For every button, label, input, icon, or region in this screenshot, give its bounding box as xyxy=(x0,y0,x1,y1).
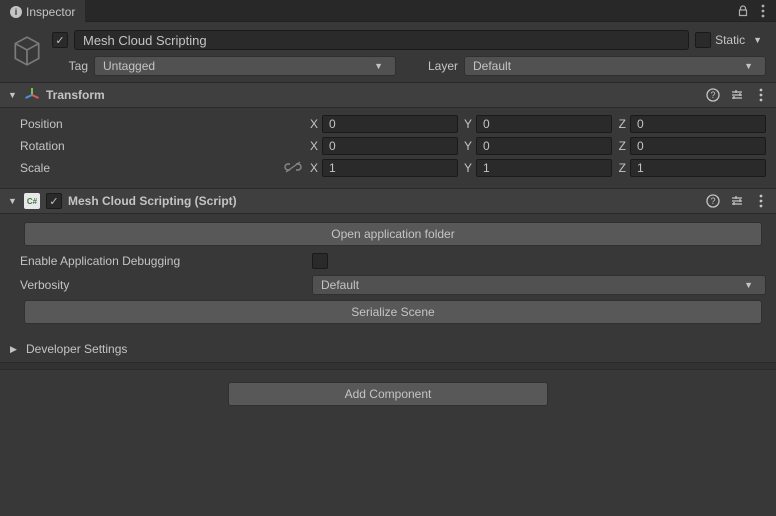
developer-foldout-icon[interactable]: ▶ xyxy=(10,344,20,355)
add-component-button[interactable]: Add Component xyxy=(228,382,548,406)
svg-text:?: ? xyxy=(710,90,715,100)
script-enabled-checkbox[interactable] xyxy=(46,193,62,209)
static-label: Static xyxy=(715,33,745,47)
kebab-icon[interactable] xyxy=(754,194,768,208)
info-icon: i xyxy=(10,6,22,18)
script-header[interactable]: ▼ C# Mesh Cloud Scripting (Script) ? xyxy=(0,188,776,214)
csharp-script-icon: C# xyxy=(24,193,40,209)
position-label: Position xyxy=(20,117,284,131)
gameobject-enabled-checkbox[interactable] xyxy=(52,32,68,48)
rotation-y-input[interactable]: 0 xyxy=(476,137,612,155)
script-title: Mesh Cloud Scripting (Script) xyxy=(68,194,700,208)
position-z-input[interactable]: 0 xyxy=(630,115,766,133)
transform-foldout-icon[interactable]: ▼ xyxy=(8,90,18,100)
lock-icon[interactable] xyxy=(736,4,750,18)
presets-icon[interactable] xyxy=(730,194,744,208)
kebab-icon[interactable] xyxy=(754,88,768,102)
transform-icon xyxy=(24,87,40,103)
verbosity-label: Verbosity xyxy=(20,278,312,292)
rotation-label: Rotation xyxy=(20,139,284,153)
scale-z-input[interactable]: 1 xyxy=(630,159,766,177)
transform-header[interactable]: ▼ Transform ? xyxy=(0,82,776,108)
verbosity-dropdown[interactable]: Default▼ xyxy=(312,275,766,295)
tab-bar-spacer xyxy=(85,0,776,22)
help-icon[interactable]: ? xyxy=(706,194,720,208)
tag-dropdown[interactable]: Untagged▼ xyxy=(94,56,396,76)
layer-dropdown[interactable]: Default▼ xyxy=(464,56,766,76)
position-x-input[interactable]: 0 xyxy=(322,115,458,133)
tag-label: Tag xyxy=(52,59,88,73)
inspector-tab[interactable]: i Inspector xyxy=(0,0,85,22)
developer-settings-row[interactable]: ▶ Developer Settings xyxy=(0,336,776,362)
static-checkbox[interactable] xyxy=(695,32,711,48)
rotation-z-input[interactable]: 0 xyxy=(630,137,766,155)
script-foldout-icon[interactable]: ▼ xyxy=(8,196,18,206)
scale-label: Scale xyxy=(20,161,284,175)
enable-debugging-checkbox[interactable] xyxy=(312,253,328,269)
constrain-proportions-icon[interactable] xyxy=(284,161,300,176)
svg-text:?: ? xyxy=(710,196,715,206)
transform-title: Transform xyxy=(46,88,700,102)
gameobject-icon xyxy=(10,34,44,76)
layer-label: Layer xyxy=(412,59,458,73)
serialize-scene-button[interactable]: Serialize Scene xyxy=(24,300,762,324)
tab-label: Inspector xyxy=(26,5,75,19)
presets-icon[interactable] xyxy=(730,88,744,102)
static-dropdown-caret[interactable]: ▼ xyxy=(749,35,766,45)
kebab-icon[interactable] xyxy=(756,4,770,18)
developer-settings-label: Developer Settings xyxy=(26,342,127,356)
help-icon[interactable]: ? xyxy=(706,88,720,102)
section-divider xyxy=(0,362,776,370)
gameobject-name-input[interactable]: Mesh Cloud Scripting xyxy=(74,30,689,50)
enable-debugging-label: Enable Application Debugging xyxy=(20,254,312,268)
open-application-folder-button[interactable]: Open application folder xyxy=(24,222,762,246)
rotation-x-input[interactable]: 0 xyxy=(322,137,458,155)
scale-x-input[interactable]: 1 xyxy=(322,159,458,177)
position-y-input[interactable]: 0 xyxy=(476,115,612,133)
scale-y-input[interactable]: 1 xyxy=(476,159,612,177)
